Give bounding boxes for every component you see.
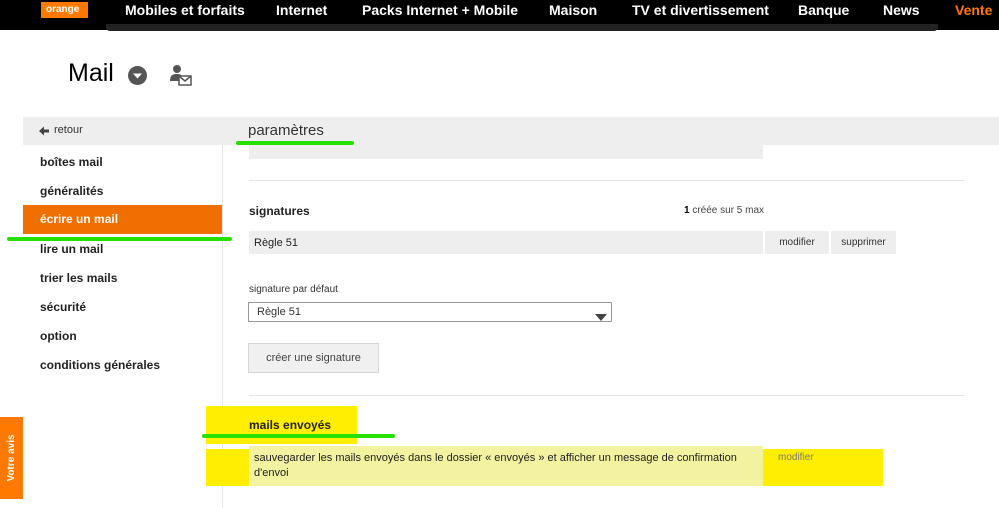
nav-vente[interactable]: Vente	[955, 2, 992, 18]
nav-underbar	[106, 24, 938, 31]
back-link[interactable]: retour	[54, 123, 83, 137]
sidebar-item-sort-mail[interactable]: trier les mails	[40, 271, 117, 286]
modify-sent-button[interactable]: modifier	[778, 452, 814, 464]
create-signature-button[interactable]: créer une signature	[248, 343, 379, 373]
settings-title: paramètres	[248, 122, 324, 139]
signatures-title: signatures	[249, 204, 310, 218]
sent-mails-title: mails envoyés	[249, 418, 332, 432]
chevron-down-icon[interactable]	[128, 66, 147, 85]
signature-count: 1 créée sur 5 max	[684, 205, 765, 216]
signature-name: Règle 51	[254, 237, 299, 249]
arrow-left-icon[interactable]	[38, 124, 50, 136]
nav-maison[interactable]: Maison	[549, 2, 597, 18]
sidebar-item-general[interactable]: généralités	[40, 184, 103, 199]
delete-signature-button[interactable]: supprimer	[831, 231, 896, 254]
nav-tv[interactable]: TV et divertissement	[632, 2, 769, 18]
orange-logo[interactable]: orange	[41, 2, 88, 18]
nav-packs[interactable]: Packs Internet + Mobile	[362, 2, 518, 18]
sidebar-item-read-mail[interactable]: lire un mail	[40, 242, 103, 257]
section-divider	[249, 180, 964, 181]
previous-section-strip	[249, 145, 763, 159]
sidebar-item-write-mail[interactable]: écrire un mail	[40, 212, 118, 227]
signature-row	[249, 231, 763, 254]
annotation-underline	[236, 141, 354, 145]
nav-news[interactable]: News	[883, 2, 920, 18]
sidebar-item-mailboxes[interactable]: boîtes mail	[40, 155, 103, 170]
sent-mails-description: sauvegarder les mails envoyés dans le do…	[254, 452, 737, 479]
annotation-underline	[7, 237, 232, 241]
sidebar-item-security[interactable]: sécurité	[40, 300, 86, 315]
caret-down-icon[interactable]	[595, 309, 607, 321]
sidebar-item-option[interactable]: option	[40, 329, 77, 344]
feedback-tab-label: Votre avis	[6, 434, 17, 482]
modify-signature-button[interactable]: modifier	[765, 231, 829, 254]
page-title: Mail	[68, 59, 114, 87]
annotation-underline	[202, 434, 395, 438]
default-signature-value: Règle 51	[257, 306, 302, 318]
section-divider	[249, 395, 964, 396]
nav-internet[interactable]: Internet	[276, 2, 327, 18]
nav-mobiles[interactable]: Mobiles et forfaits	[125, 2, 245, 18]
settings-header-bar	[23, 117, 999, 145]
contact-mail-icon[interactable]	[170, 64, 192, 86]
default-signature-label: signature par défaut	[249, 284, 338, 295]
nav-banque[interactable]: Banque	[798, 2, 849, 18]
sidebar-item-terms[interactable]: conditions générales	[40, 358, 160, 373]
default-signature-select[interactable]	[248, 302, 612, 322]
